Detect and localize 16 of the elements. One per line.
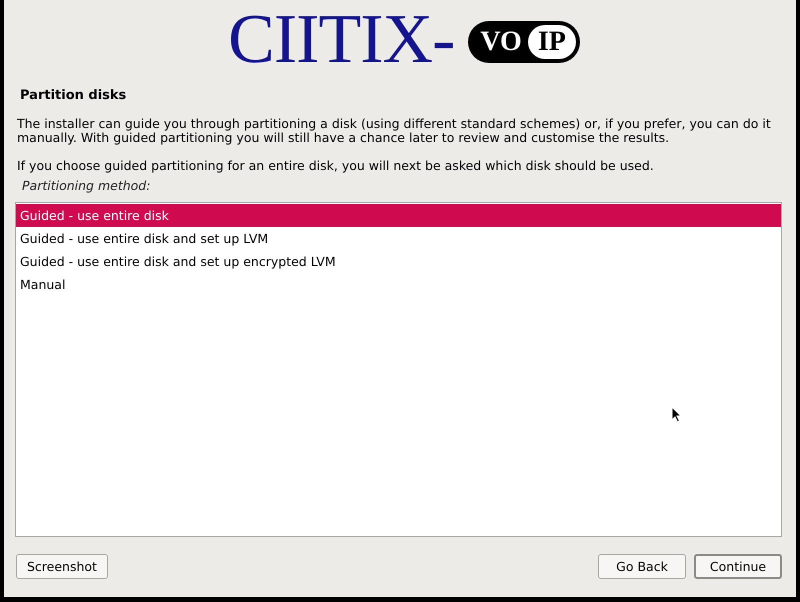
pointer-icon (671, 406, 682, 423)
page-title: Partition disks (20, 88, 128, 103)
description-text: If you choose guided partitioning for an entire disk, you will next be asked which disk should be used. (17, 159, 655, 173)
list-item[interactable]: Guided - use entire disk and set up LVM (16, 227, 781, 250)
action-button[interactable]: Go Back (598, 554, 686, 579)
badge-bubble: IP (528, 25, 576, 59)
list-item[interactable]: Guided - use entire disk (16, 204, 781, 227)
list-label: Partitioning method: (22, 178, 152, 193)
logo-text: CIITIX- (228, 5, 454, 75)
list-item[interactable]: Manual (16, 273, 781, 296)
list-item[interactable]: Guided - use entire disk and set up encrypted LVM (16, 250, 781, 273)
badge-text: VO (480, 26, 522, 58)
action-button[interactable]: Continue (694, 554, 782, 579)
options-list[interactable]: Guided - use entire disk Guided - use entire disk and set up LVM Guided - use entire disk and set up encrypted LVM Manual (15, 202, 782, 537)
action-button[interactable]: Screenshot (16, 554, 108, 579)
description-text: The installer can guide you through partitioning a disk (using different standard schemes) or, if you prefer, you can do it manually. With guided partitioning you will still have a chance later to review and customise the results. (17, 117, 772, 145)
